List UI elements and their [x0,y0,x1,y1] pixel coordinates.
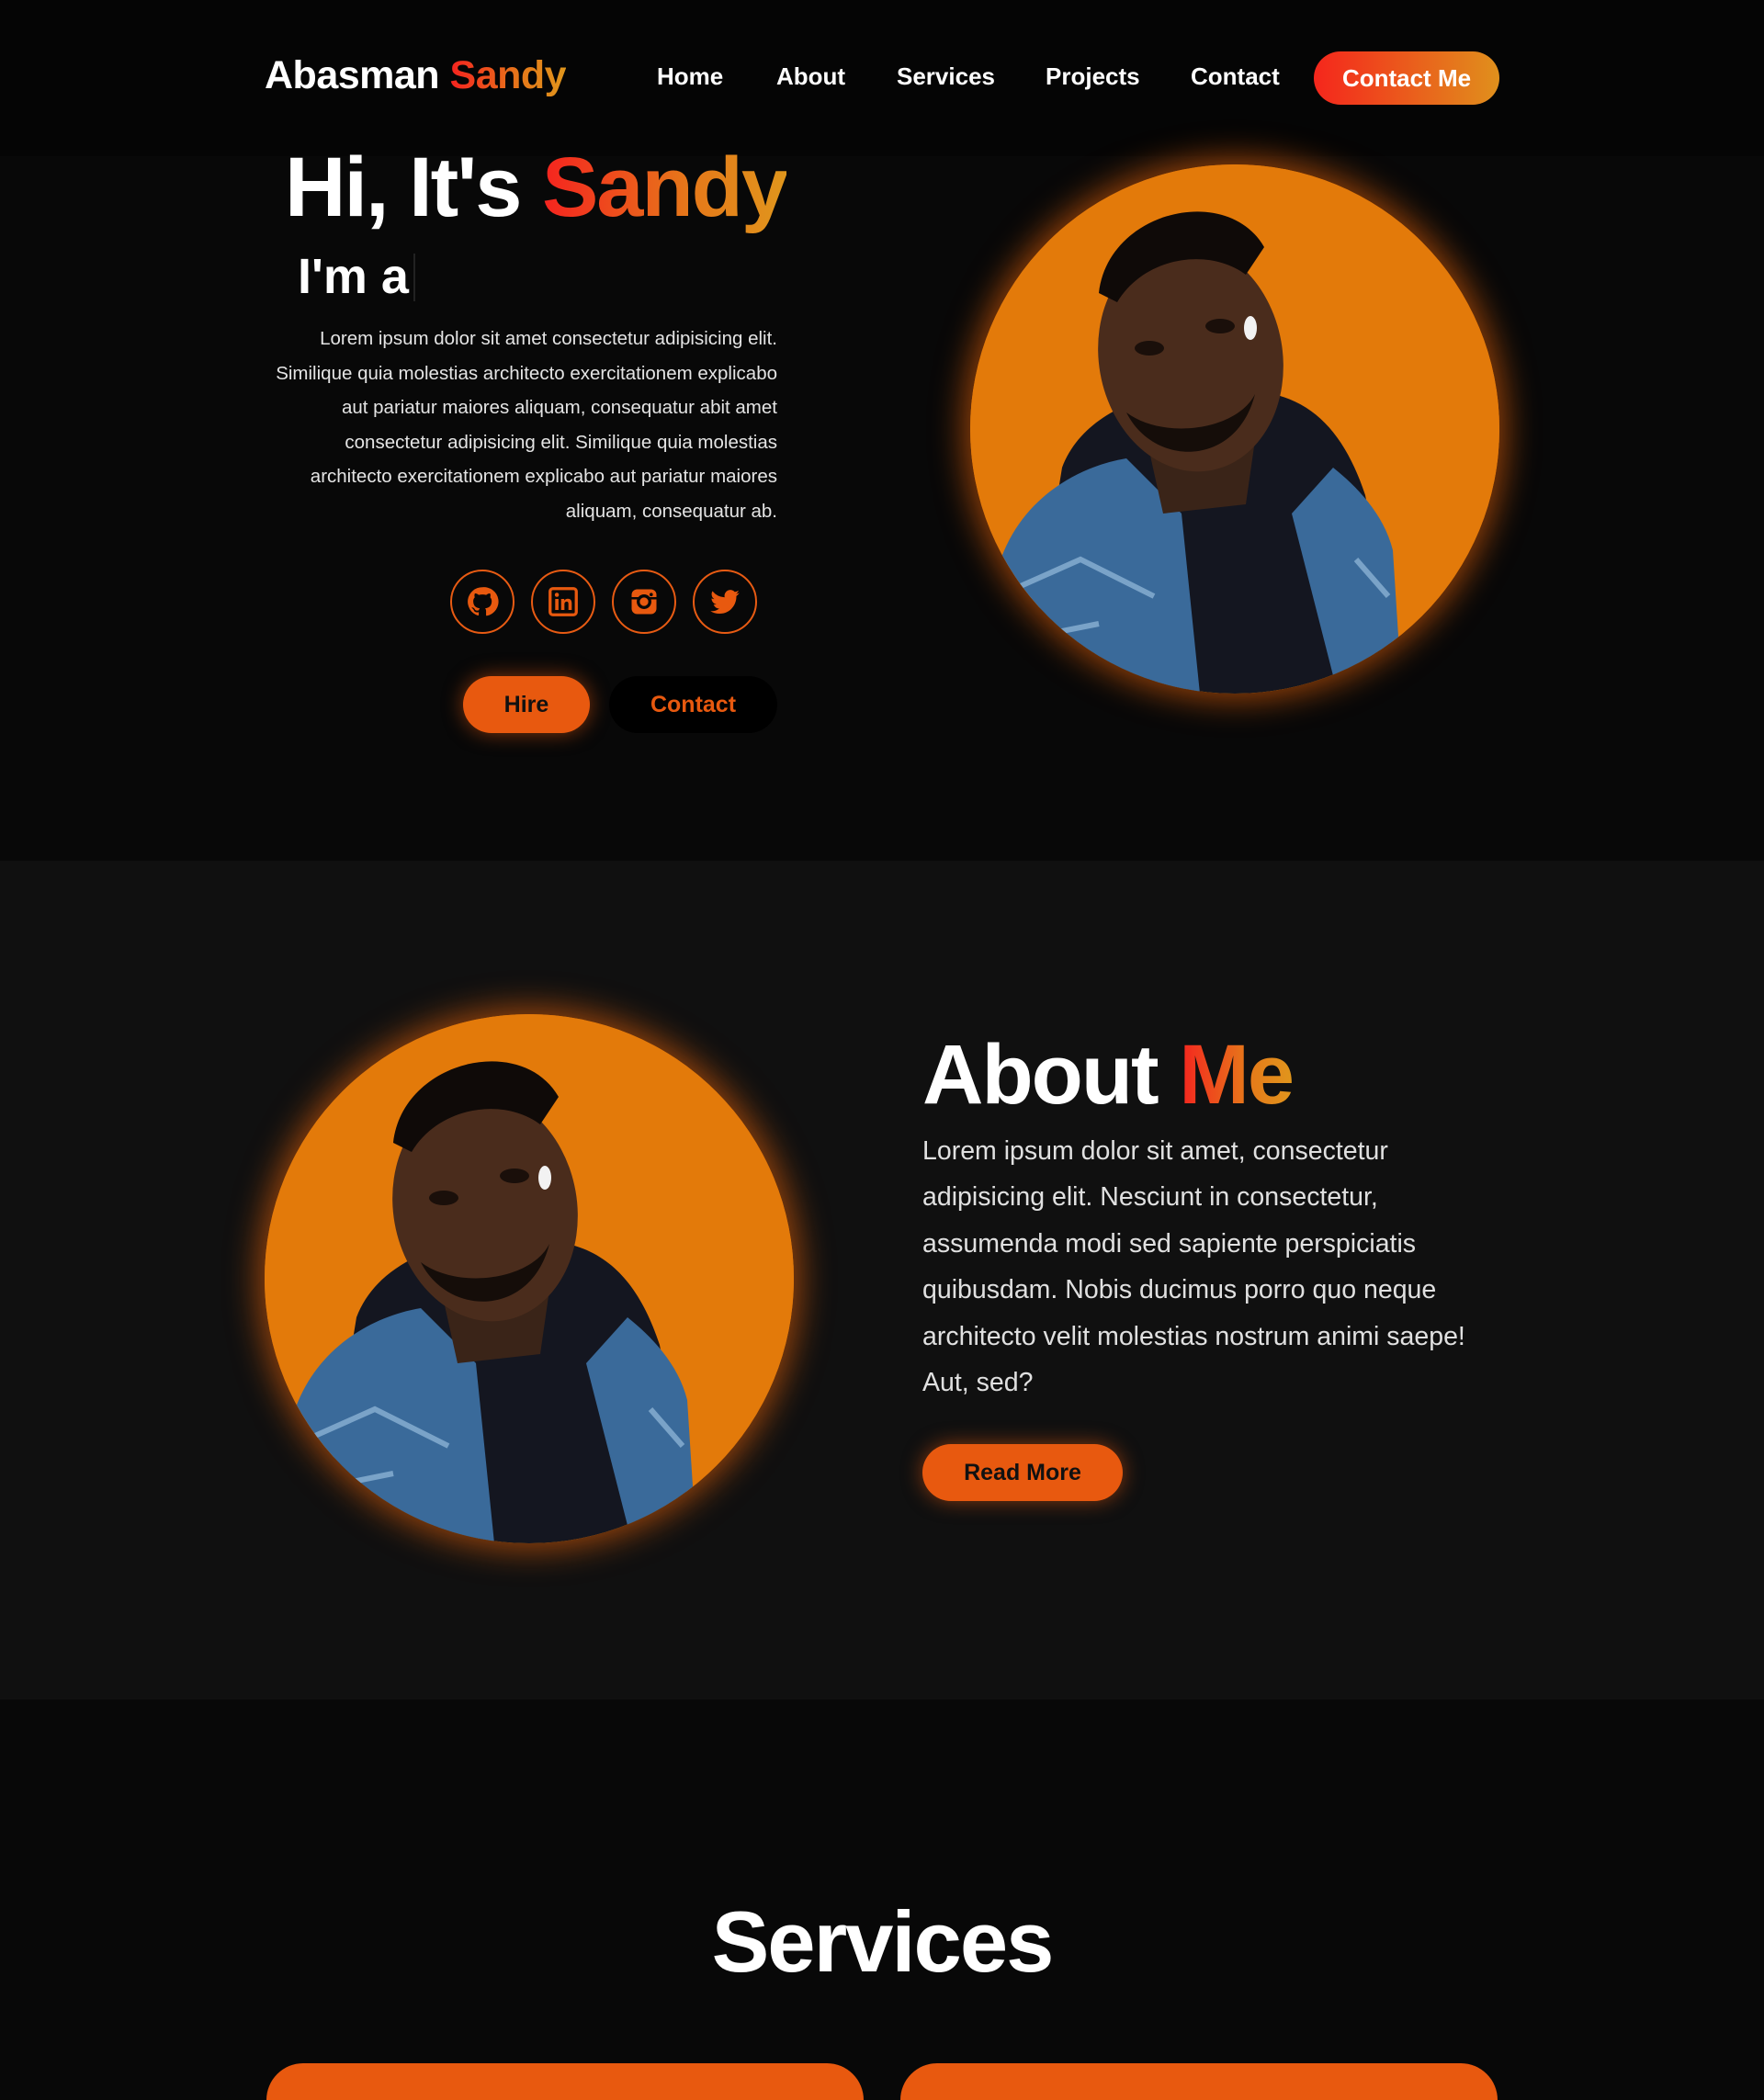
about-description: Lorem ipsum dolor sit amet, consectetur … [922,1136,1465,1398]
nav-contact[interactable]: Contact [1191,62,1280,91]
site-logo[interactable]: Abasman Sandy [265,53,567,98]
typing-caret [413,254,415,301]
nav-projects-label: Projects [1046,62,1140,90]
about-title: About Me [922,1027,1295,1123]
twitter-icon [710,590,740,615]
hero-description: Lorem ipsum dolor sit amet consectetur a… [276,328,777,522]
linkedin-icon [548,587,578,616]
hire-button[interactable]: Hire [463,676,590,733]
instagram-icon [631,589,657,615]
github-link[interactable] [450,570,514,634]
hero-role: I'm a [298,249,409,304]
hero-title: Hi, It's Sandy [285,140,788,236]
service-card [900,2063,1498,2100]
github-icon [468,587,499,616]
nav-services[interactable]: Services [897,62,995,91]
nav-home[interactable]: Home [657,62,723,91]
nav-contact-label: Contact [1191,62,1280,90]
hero-name: Sandy [541,141,788,234]
logo-second: Sandy [449,53,567,97]
logo-first: Abasman [265,53,440,97]
hero-portrait [970,164,1499,694]
about-title-first: About [922,1028,1159,1122]
nav-home-label: Home [657,62,724,90]
nav-about[interactable]: About [776,62,845,91]
twitter-link[interactable] [693,570,757,634]
instagram-link[interactable] [612,570,676,634]
service-card [266,2063,864,2100]
hero-greeting: Hi, It's [285,141,522,234]
nav-about-label: About [776,62,846,90]
about-title-second: Me [1179,1028,1295,1122]
services-title: Services [711,1893,1055,1990]
person-photo-icon [970,164,1499,694]
about-portrait [265,1014,794,1543]
social-links [450,570,757,634]
hero-contact-button[interactable]: Contact [609,676,777,733]
nav-services-label: Services [897,62,995,90]
contact-me-button[interactable]: Contact Me [1314,51,1499,105]
site-header: Abasman Sandy Home About Services Projec… [0,0,1764,156]
linkedin-link[interactable] [531,570,595,634]
read-more-button[interactable]: Read More [922,1444,1123,1501]
nav-projects[interactable]: Projects [1046,62,1140,91]
person-photo-icon [265,1014,794,1543]
